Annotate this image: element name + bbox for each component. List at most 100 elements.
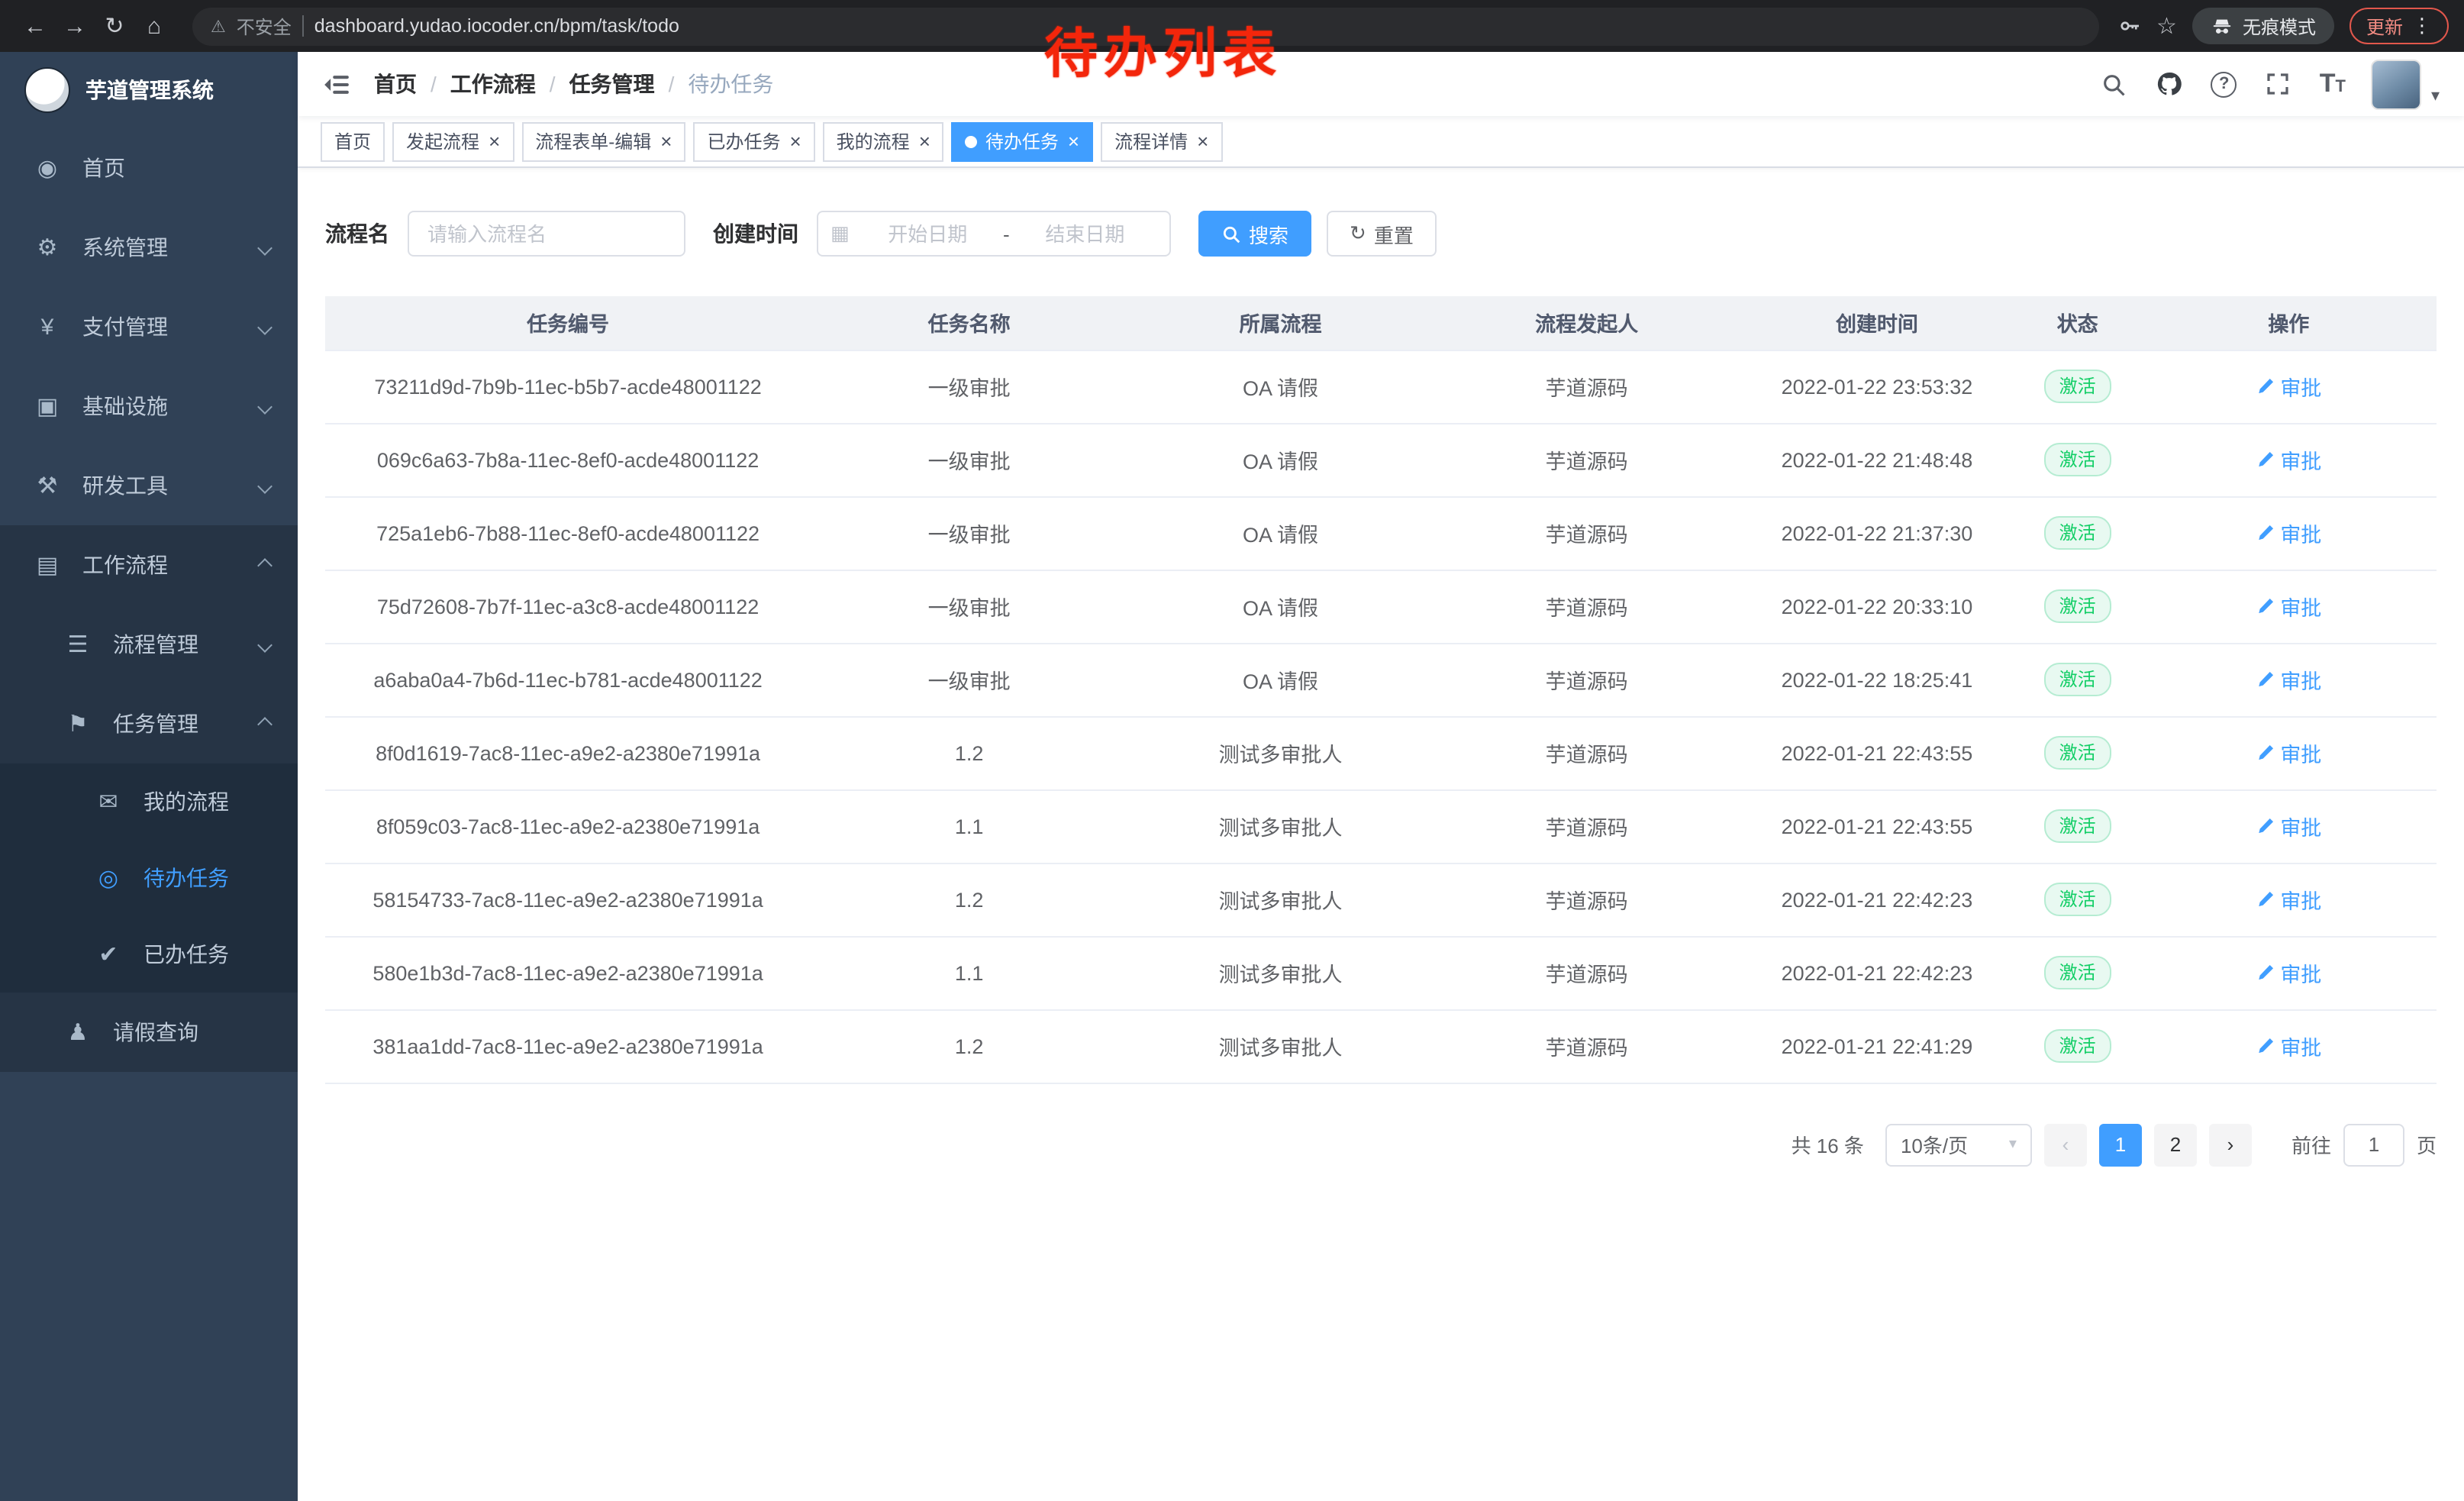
breadcrumb-current: 待办任务 (688, 69, 773, 99)
sidebar-item-task-management[interactable]: ⚑ 任务管理 (0, 684, 298, 763)
tab-home[interactable]: 首页 (321, 121, 385, 161)
status-badge: 激活 (2044, 809, 2111, 843)
cell-created: 2022-01-21 22:42:23 (1740, 936, 2014, 1009)
cell-initiator: 芋道源码 (1434, 936, 1740, 1009)
breadcrumb-separator: / (669, 72, 675, 96)
page-size-select[interactable]: 10条/页 ▾ (1885, 1123, 2032, 1166)
caret-down-icon: ▾ (2431, 85, 2440, 109)
close-icon[interactable]: × (919, 131, 930, 151)
end-date-input[interactable] (1013, 222, 1157, 245)
fullscreen-icon[interactable] (2263, 69, 2294, 99)
cell-actions: 审批 (2141, 716, 2437, 789)
total-count: 共 16 条 (1792, 1130, 1864, 1159)
monitor-icon: ▣ (31, 392, 64, 420)
sidebar-item-dev-tools[interactable]: ⚒ 研发工具 (0, 446, 298, 525)
cell-status: 激活 (2014, 423, 2141, 496)
not-secure-label[interactable]: 不安全 (237, 13, 292, 39)
menu-label: 研发工具 (82, 470, 168, 501)
page-1-button[interactable]: 1 (2099, 1123, 2142, 1166)
table-row: 725a1eb6-7b88-11ec-8ef0-acde48001122 一级审… (325, 496, 2437, 570)
reset-button[interactable]: ↻ 重置 (1327, 211, 1437, 257)
sidebar-item-infrastructure[interactable]: ▣ 基础设施 (0, 366, 298, 446)
sidebar-item-workflow[interactable]: ▤ 工作流程 (0, 525, 298, 605)
tab-initiate-process[interactable]: 发起流程 × (392, 121, 514, 161)
close-icon[interactable]: × (789, 131, 801, 151)
cell-status: 激活 (2014, 643, 2141, 716)
logo-image (24, 67, 70, 113)
page-2-button[interactable]: 2 (2154, 1123, 2197, 1166)
date-range-picker[interactable]: ▦ - (817, 211, 1171, 257)
sidebar-item-todo-tasks[interactable]: ◎ 待办任务 (0, 840, 298, 916)
tab-done-tasks[interactable]: 已办任务 × (693, 121, 814, 161)
cell-initiator: 芋道源码 (1434, 789, 1740, 863)
github-icon[interactable] (2155, 69, 2185, 99)
user-menu[interactable]: ▾ (2372, 59, 2440, 109)
close-icon[interactable]: × (1197, 131, 1208, 151)
cell-task-id: 381aa1dd-7ac8-11ec-a9e2-a2380e71991a (325, 1009, 811, 1083)
help-icon[interactable]: ? (2211, 71, 2237, 97)
avatar[interactable] (2372, 59, 2422, 109)
approve-link[interactable]: 审批 (2256, 664, 2321, 695)
approve-link[interactable]: 审批 (2256, 591, 2321, 621)
more-icon[interactable]: ⋮ (2412, 14, 2432, 38)
caret-down-icon: ▾ (2009, 1136, 2017, 1153)
search-icon[interactable] (2098, 69, 2129, 99)
tab-label: 我的流程 (837, 128, 910, 154)
sidebar-item-payment-management[interactable]: ¥ 支付管理 (0, 287, 298, 366)
goto-page-input[interactable] (2343, 1123, 2404, 1166)
sidebar-item-leave-query[interactable]: ♟ 请假查询 (0, 993, 298, 1072)
font-size-icon[interactable]: TT (2320, 69, 2346, 99)
sidebar-toggle-icon[interactable] (322, 69, 351, 98)
start-date-input[interactable] (856, 222, 1000, 245)
bookmark-star-icon[interactable]: ☆ (2156, 12, 2177, 40)
key-icon[interactable] (2117, 14, 2141, 38)
col-status: 状态 (2014, 296, 2141, 350)
approve-link[interactable]: 审批 (2256, 957, 2321, 988)
approve-link[interactable]: 审批 (2256, 518, 2321, 548)
approve-link[interactable]: 审批 (2256, 738, 2321, 768)
status-badge: 激活 (2044, 370, 2111, 403)
sidebar-item-system-management[interactable]: ⚙ 系统管理 (0, 208, 298, 287)
search-button[interactable]: 搜索 (1198, 211, 1311, 257)
process-name-input[interactable] (408, 211, 685, 257)
close-icon[interactable]: × (660, 131, 672, 151)
incognito-badge: 无痕模式 (2192, 8, 2334, 44)
sidebar-item-home[interactable]: ◉ 首页 (0, 128, 298, 208)
next-page-button[interactable]: › (2209, 1123, 2252, 1166)
cell-process: OA 请假 (1127, 496, 1434, 570)
cell-task-name: 1.2 (811, 1009, 1127, 1083)
tab-todo-tasks[interactable]: 待办任务 × (952, 121, 1093, 161)
cell-task-name: 1.1 (811, 936, 1127, 1009)
close-icon[interactable]: × (489, 131, 500, 151)
tab-process-form-edit[interactable]: 流程表单-编辑 × (521, 121, 685, 161)
close-icon[interactable]: × (1068, 131, 1079, 151)
reload-button[interactable]: ↻ (95, 6, 134, 46)
address-bar[interactable]: ⚠ 不安全 dashboard.yudao.iocoder.cn/bpm/tas… (192, 7, 2098, 45)
sidebar-item-my-processes[interactable]: ✉ 我的流程 (0, 763, 298, 840)
approve-link[interactable]: 审批 (2256, 371, 2321, 402)
sidebar-item-process-management[interactable]: ☰ 流程管理 (0, 605, 298, 684)
home-button[interactable]: ⌂ (134, 6, 174, 46)
tab-process-detail[interactable]: 流程详情 × (1101, 121, 1222, 161)
menu-label: 系统管理 (82, 232, 168, 263)
cell-actions: 审批 (2141, 863, 2437, 936)
edit-icon (2256, 597, 2274, 615)
breadcrumb-home[interactable]: 首页 (374, 69, 417, 99)
sidebar-item-done-tasks[interactable]: ✔ 已办任务 (0, 916, 298, 993)
approve-link[interactable]: 审批 (2256, 811, 2321, 841)
cell-status: 激活 (2014, 1009, 2141, 1083)
chrome-actions: ☆ 无痕模式 更新 ⋮ (2117, 8, 2449, 44)
update-button[interactable]: 更新 ⋮ (2350, 8, 2449, 44)
forward-button[interactable]: → (55, 6, 95, 46)
back-button[interactable]: ← (15, 6, 55, 46)
navbar-actions: ? TT ▾ (2098, 59, 2440, 109)
prev-page-button[interactable]: ‹ (2044, 1123, 2087, 1166)
approve-link[interactable]: 审批 (2256, 1031, 2321, 1061)
chevron-down-icon (257, 319, 273, 334)
gear-icon: ⚙ (31, 234, 64, 261)
cell-initiator: 芋道源码 (1434, 496, 1740, 570)
tab-my-processes[interactable]: 我的流程 × (823, 121, 944, 161)
workflow-submenu: ☰ 流程管理 ⚑ 任务管理 ✉ 我的流程 (0, 605, 298, 1072)
approve-link[interactable]: 审批 (2256, 884, 2321, 915)
approve-link[interactable]: 审批 (2256, 444, 2321, 475)
